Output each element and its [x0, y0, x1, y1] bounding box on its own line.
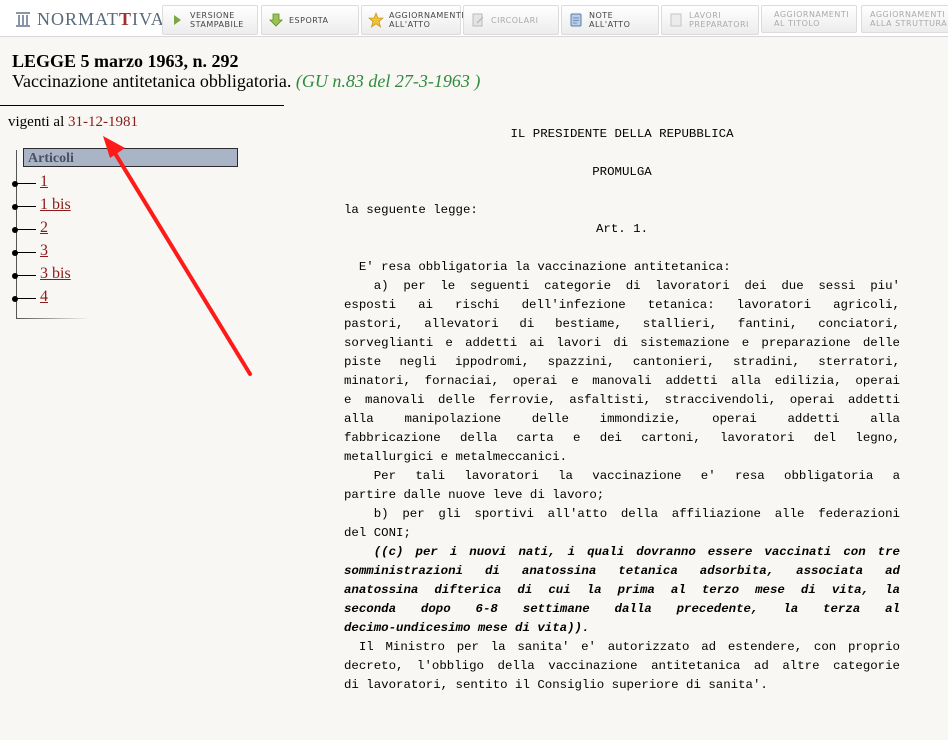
logo-text: NORMATTIVA [37, 8, 165, 29]
text-line: metallurgici e metalmeccanici. [344, 450, 568, 464]
tree-node-dot [12, 181, 18, 187]
tree-node-dot [12, 204, 18, 210]
text-line: Il Ministro per la sanita' e' autorizzat… [358, 640, 900, 654]
aggiornamenti-titolo-button[interactable]: AGGIORNAMENTI AL TITOLO [761, 5, 857, 33]
aggiornamenti-atto-button[interactable]: AGGIORNAMENTI ALL'ATTO [361, 5, 464, 35]
vigenti-label: vigenti al [8, 114, 65, 130]
law-text: IL PRESIDENTE DELLA REPUBBLICA PROMULGA … [344, 125, 900, 695]
vigenti-date-link[interactable]: 31-12-1981 [68, 114, 138, 130]
note-atto-button[interactable]: NOTE ALL'ATTO [561, 5, 659, 35]
tree-bottom-line [16, 318, 90, 319]
versione-stampabile-button[interactable]: VERSIONE STAMPABILE [162, 5, 258, 35]
text-line: Per tali lavoratori la vaccinazione e' r… [373, 469, 900, 483]
text-line: alla manipolazione delle immondizie, ope… [344, 412, 900, 426]
lavori-preparatori-button[interactable]: LAVORI PREPARATORI [661, 5, 759, 35]
seguente-legge: la seguente legge: [344, 203, 478, 217]
law-subtitle: Vaccinazione antitetanica obbligatoria. … [12, 71, 480, 92]
text-line: anatossina difterica di cui la prima al … [344, 583, 900, 597]
star-icon [368, 12, 384, 28]
text-line: b) per gli sportivi all'atto della affil… [373, 507, 900, 521]
text-line: fabbricazione della carta e dei cartoni,… [344, 431, 900, 445]
paragraph-c: ((c) per i nuovi nati, i quali dovranno … [344, 543, 900, 638]
article-heading: Art. 1. [595, 222, 649, 236]
gazzetta-reference: (GU n.83 del 27-3-1963 ) [295, 71, 481, 91]
president-heading: IL PRESIDENTE DELLA REPUBBLICA [510, 127, 734, 141]
text-line: decreto, l'obbligo della vaccinazione an… [344, 659, 900, 673]
article-link[interactable]: 3 bis [40, 265, 71, 283]
article-link[interactable]: 4 [40, 288, 48, 306]
text-line: piste negli ippodromi, spazzini, cantoni… [344, 355, 900, 369]
text-line: esposti ai rischi dell'infezione tetanic… [344, 298, 900, 312]
esporta-button[interactable]: ESPORTA [261, 5, 359, 35]
article-link[interactable]: 3 [40, 242, 48, 260]
article-link[interactable]: 2 [40, 219, 48, 237]
normattiva-logo[interactable]: NORMATTIVA [14, 8, 165, 30]
paragraph-a: a) per le seguenti categorie di lavorato… [344, 277, 900, 467]
toolbar: NORMATTIVA VERSIONE STAMPABILE ESPORTA A… [0, 0, 948, 37]
tree-node-dot [12, 227, 18, 233]
article-link[interactable]: 1 [40, 173, 48, 191]
text-line: decimo-undicesimo mese di vita)). [344, 621, 590, 635]
circolari-button[interactable]: CIRCOLARI [463, 5, 559, 35]
text-line: pastori, allevatori di bestiame, stallie… [344, 317, 900, 331]
text-line: seconda dopo 6-8 settimane dalla precede… [344, 602, 900, 616]
text-line: e manovali delle ferrovie, asfaltisti, s… [344, 393, 900, 407]
paragraph-tali: Per tali lavoratori la vaccinazione e' r… [344, 467, 900, 505]
promulga-heading: PROMULGA [592, 165, 652, 179]
notes-icon [570, 13, 582, 27]
text-line: somministrazioni di anatossina tetanica … [344, 564, 900, 578]
law-subtitle-text: Vaccinazione antitetanica obbligatoria. [12, 71, 292, 91]
play-icon [174, 15, 181, 25]
document-icon [670, 13, 682, 27]
text-line: di lavoratori, sentito il Consiglio supe… [344, 678, 768, 692]
column-icon [16, 12, 30, 27]
aggiornamenti-struttura-button[interactable]: AGGIORNAMENTI ALLA STRUTTURA [861, 5, 948, 33]
law-title: LEGGE 5 marzo 1963, n. 292 [12, 51, 239, 71]
edit-document-icon [472, 13, 484, 27]
paragraph-b: b) per gli sportivi all'atto della affil… [344, 505, 900, 543]
tree-node-dot [12, 296, 18, 302]
text-line: del CONI; [344, 526, 411, 540]
text-line: ((c) per i nuovi nati, i quali dovranno … [373, 545, 900, 559]
article-link[interactable]: 1 bis [40, 196, 71, 214]
articoli-header: Articoli [23, 148, 238, 167]
vigenti-al: vigenti al 31-12-1981 [8, 114, 138, 131]
tree-node-dot [12, 273, 18, 279]
tree-line [16, 150, 17, 318]
download-arrow-icon [269, 13, 283, 27]
text-line: minatori, fornaciai, operai e manovali a… [344, 374, 900, 388]
paragraph-ministro: Il Ministro per la sanita' e' autorizzat… [344, 638, 900, 695]
tree-node-dot [12, 250, 18, 256]
divider [0, 105, 284, 106]
text-line: sorveglianti e addetti ai lavori di sist… [344, 336, 900, 350]
intro-line: E' resa obbligatoria la vaccinazione ant… [344, 260, 731, 274]
text-line: a) per le seguenti categorie di lavorato… [373, 279, 900, 293]
text-line: partire dalle nuove leve di lavoro; [344, 488, 605, 502]
